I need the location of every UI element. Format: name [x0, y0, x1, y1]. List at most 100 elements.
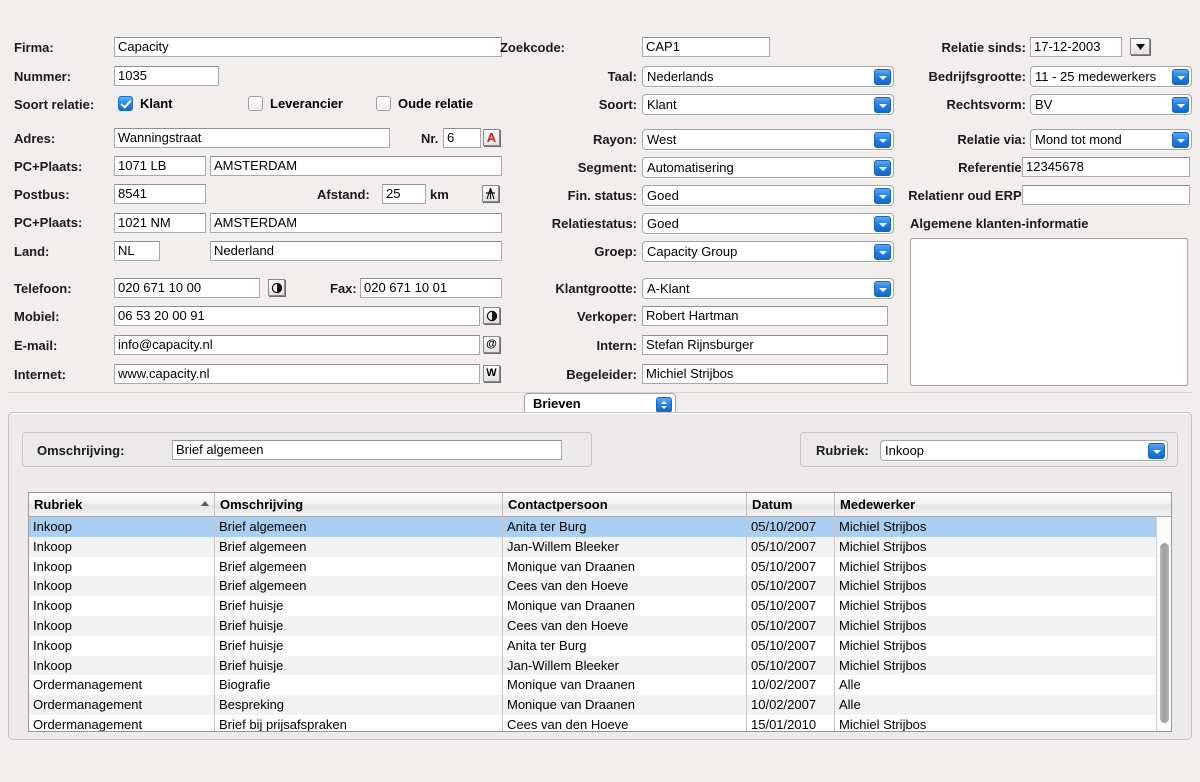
- chevron-updown-icon[interactable]: [656, 397, 672, 413]
- landcode-input[interactable]: NL: [114, 241, 160, 261]
- algemene-klanten-informatie-title: Algemene klanten-informatie: [910, 216, 1089, 231]
- relatienr-oud-erp-input[interactable]: [1022, 185, 1190, 205]
- rubriek-select[interactable]: Inkoop: [880, 440, 1168, 461]
- table-cell-datum: 05/10/2007: [747, 517, 835, 537]
- checkbox-oude-relatie[interactable]: Oude relatie: [376, 96, 473, 111]
- nummer-input[interactable]: 1035: [114, 66, 219, 86]
- table-row[interactable]: Inkoop Brief huisje Cees van den Hoeve 05/1…: [29, 615, 1171, 636]
- mobiel-input[interactable]: 06 53 20 00 91: [114, 306, 480, 326]
- checkbox-leverancier[interactable]: Leverancier: [248, 96, 343, 111]
- postcode1-input[interactable]: 1071 LB: [114, 156, 206, 176]
- table-header-omschrijving[interactable]: Omschrijving: [215, 493, 503, 517]
- adres-input[interactable]: Wanningstraat: [114, 128, 390, 148]
- table-cell-medewerker: Michiel Strijbos: [839, 578, 927, 594]
- table-cell-rubriek: Inkoop: [29, 536, 215, 557]
- table-row[interactable]: Inkoop Brief algemeen Jan-Willem Bleeker 05…: [29, 536, 1171, 557]
- adres-label: Adres:: [14, 131, 56, 146]
- table-cell-datum: 05/10/2007: [747, 536, 835, 557]
- checkbox-klant[interactable]: Klant: [118, 96, 173, 111]
- plaats1-input[interactable]: AMSTERDAM: [210, 156, 502, 176]
- email-label: E-mail:: [14, 338, 58, 353]
- table-row[interactable]: Inkoop Brief huisje Anita ter Burg 05/10/20…: [29, 635, 1171, 656]
- chevron-down-icon[interactable]: [874, 281, 891, 297]
- soort-select[interactable]: Klant: [642, 94, 894, 115]
- postbus-input[interactable]: 8541: [114, 184, 206, 204]
- table-row[interactable]: Inkoop Brief huisje Monique van Draanen 05/…: [29, 596, 1171, 616]
- intern-input[interactable]: Stefan Rijnsburger: [642, 335, 888, 355]
- chevron-down-icon[interactable]: [1172, 97, 1189, 113]
- pcplaats2-label: PC+Plaats:: [14, 215, 83, 230]
- date-picker-button[interactable]: [1130, 38, 1150, 55]
- table-header-medewerker[interactable]: Medewerker: [835, 493, 1158, 517]
- table-vertical-scrollbar[interactable]: [1156, 517, 1171, 731]
- table-row[interactable]: Ordermanagement Bespreking Monique van Dra…: [29, 695, 1171, 715]
- phone-icon[interactable]: [268, 279, 285, 296]
- table-cell-datum: 05/10/2007: [747, 615, 835, 636]
- checkbox-leverancier-box[interactable]: [248, 96, 263, 111]
- table-cell-omschrijving: Brief algemeen: [215, 536, 503, 557]
- firma-input[interactable]: Capacity: [114, 37, 502, 57]
- table-row[interactable]: Ordermanagement Biografie Monique van Draa…: [29, 675, 1171, 696]
- zoekcode-input[interactable]: CAP1: [642, 37, 770, 57]
- telefoon-input[interactable]: 020 671 10 00: [114, 278, 260, 298]
- table-body[interactable]: Inkoop Brief algemeen Anita ter Burg 05/10/…: [29, 517, 1171, 731]
- begeleider-input[interactable]: Michiel Strijbos: [642, 364, 888, 384]
- postcode2-input[interactable]: 1021 NM: [114, 213, 206, 233]
- table-cell-omschrijving: Brief algemeen: [215, 517, 503, 537]
- chevron-down-icon[interactable]: [874, 216, 891, 232]
- table-cell-omschrijving: Brief algemeen: [215, 556, 503, 577]
- checkbox-klant-box[interactable]: [118, 96, 133, 111]
- verkoper-input[interactable]: Robert Hartman: [642, 306, 888, 326]
- groep-select[interactable]: Capacity Group: [642, 241, 894, 262]
- landnaam-input[interactable]: Nederland: [210, 241, 502, 261]
- table-cell-datum: 05/10/2007: [747, 655, 835, 676]
- soort-relatie-label: Soort relatie:: [14, 97, 95, 112]
- relatie-via-select[interactable]: Mond tot mond: [1030, 129, 1192, 150]
- table-row[interactable]: Ordermanagement Brief bij prijsafspraken C…: [29, 714, 1171, 731]
- table-cell-datum: 10/02/2007: [747, 675, 835, 696]
- rayon-select[interactable]: West: [642, 129, 894, 150]
- bedrijfsgrootte-select[interactable]: 11 - 25 medewerkers: [1030, 66, 1192, 87]
- table-header-datum[interactable]: Datum: [747, 493, 835, 517]
- checkbox-oude-relatie-box[interactable]: [376, 96, 391, 111]
- relatiestatus-value: Goed: [647, 216, 679, 231]
- rubriek-label: Rubriek:: [816, 443, 869, 458]
- relatie-sinds-input[interactable]: 17-12-2003: [1030, 37, 1122, 57]
- table-cell-medewerker: Michiel Strijbos: [839, 558, 927, 574]
- table-cell-datum: 05/10/2007: [747, 556, 835, 577]
- taal-select[interactable]: Nederlands: [642, 66, 894, 87]
- chevron-down-icon[interactable]: [1172, 69, 1189, 85]
- segment-value: Automatisering: [647, 160, 734, 175]
- omschrijving-input[interactable]: Brief algemeen: [172, 440, 562, 460]
- segment-select[interactable]: Automatisering: [642, 157, 894, 178]
- algemene-klanten-informatie-textarea[interactable]: [910, 238, 1188, 386]
- groep-value: Capacity Group: [647, 244, 738, 259]
- chevron-down-icon[interactable]: [1172, 132, 1189, 148]
- klantgrootte-select[interactable]: A-Klant: [642, 278, 894, 299]
- table-header-contactpersoon[interactable]: Contactpersoon: [503, 493, 747, 517]
- fin-status-select[interactable]: Goed: [642, 185, 894, 206]
- plaats2-input[interactable]: AMSTERDAM: [210, 213, 502, 233]
- afstand-input[interactable]: 25: [382, 184, 426, 204]
- table-scroll-thumb[interactable]: [1160, 543, 1169, 723]
- table-header-rubriek[interactable]: Rubriek: [29, 493, 215, 517]
- table-cell-contactpersoon: Monique van Draanen: [503, 596, 747, 616]
- chevron-down-icon[interactable]: [874, 244, 891, 260]
- rechtsvorm-select[interactable]: BV: [1030, 94, 1192, 115]
- table-row[interactable]: Inkoop Brief huisje Jan-Willem Bleeker 05/1…: [29, 655, 1171, 676]
- table-cell-omschrijving: Biografie: [215, 675, 503, 696]
- table-cell-rubriek: Inkoop: [29, 615, 215, 636]
- table-row[interactable]: Inkoop Brief algemeen Anita ter Burg 05/10/…: [29, 517, 1171, 537]
- rayon-label: Rayon:: [592, 132, 637, 147]
- email-input[interactable]: info@capacity.nl: [114, 335, 480, 355]
- table-row[interactable]: Inkoop Brief algemeen Cees van den Hoeve 05…: [29, 576, 1171, 597]
- brieven-table[interactable]: Rubriek Omschrijving Contactpersoon Datum Me…: [28, 492, 1172, 732]
- referentie-input[interactable]: 12345678: [1022, 157, 1190, 177]
- chevron-down-icon[interactable]: [1148, 443, 1165, 459]
- fax-label: Fax:: [330, 281, 357, 296]
- table-row[interactable]: Inkoop Brief algemeen Monique van Draanen 0…: [29, 556, 1171, 577]
- internet-input[interactable]: www.capacity.nl: [114, 364, 480, 384]
- relatiestatus-select[interactable]: Goed: [642, 213, 894, 234]
- fin-status-value: Goed: [647, 188, 679, 203]
- pcplaats1-label: PC+Plaats:: [14, 159, 83, 174]
